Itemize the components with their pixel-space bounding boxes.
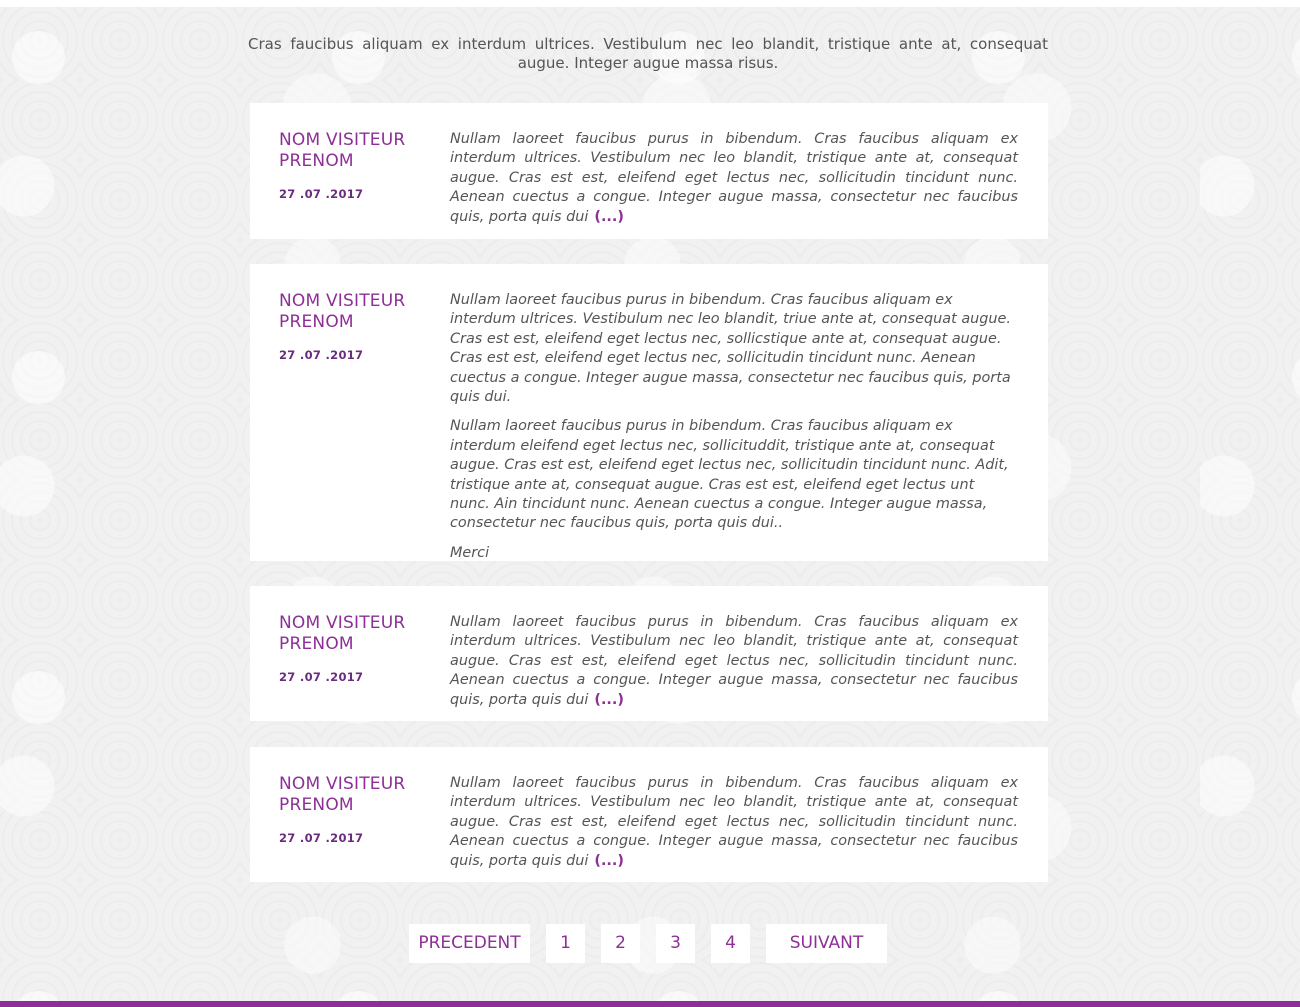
top-bar (0, 0, 1300, 7)
review-card: NOM VISITEUR PRENOM 27 .07 .2017 Nullam … (250, 264, 1048, 561)
review-paragraph: Nullam laoreet faucibus purus in bibendu… (450, 613, 1018, 710)
review-author: NOM VISITEUR PRENOM 27 .07 .2017 (279, 774, 429, 845)
review-body: Nullam laoreet faucibus purus in bibendu… (450, 291, 1018, 573)
review-text: Nullam laoreet faucibus purus in bibendu… (450, 131, 1018, 225)
review-card: NOM VISITEUR PRENOM 27 .07 .2017 Nullam … (250, 747, 1048, 882)
review-card: NOM VISITEUR PRENOM 27 .07 .2017 Nullam … (250, 586, 1048, 721)
review-date: 27 .07 .2017 (279, 187, 364, 201)
review-date: 27 .07 .2017 (279, 348, 364, 362)
review-author: NOM VISITEUR PRENOM 27 .07 .2017 (279, 130, 429, 201)
footer-accent-bar (0, 1001, 1300, 1007)
reviewer-name: NOM VISITEUR PRENOM (279, 291, 406, 332)
review-date: 27 .07 .2017 (279, 670, 364, 684)
reviewer-name: NOM VISITEUR PRENOM (279, 774, 406, 815)
review-body: Nullam laoreet faucibus purus in bibendu… (450, 774, 1018, 881)
review-author: NOM VISITEUR PRENOM 27 .07 .2017 (279, 613, 429, 684)
review-signoff: Merci (450, 544, 490, 561)
pagination-page-4[interactable]: 4 (711, 924, 750, 963)
pagination-previous-button[interactable]: PRECEDENT (409, 924, 530, 963)
review-body: Nullam laoreet faucibus purus in bibendu… (450, 130, 1018, 237)
review-text: Nullam laoreet faucibus purus in bibendu… (450, 614, 1018, 708)
review-date: 27 .07 .2017 (279, 831, 364, 845)
pagination-page-2[interactable]: 2 (601, 924, 640, 963)
review-paragraph: Nullam laoreet faucibus purus in bibendu… (450, 130, 1018, 227)
pagination-page-1[interactable]: 1 (546, 924, 585, 963)
read-more-link[interactable]: (...) (594, 853, 624, 869)
review-author: NOM VISITEUR PRENOM 27 .07 .2017 (279, 291, 429, 362)
read-more-link[interactable]: (...) (594, 692, 624, 708)
review-paragraph: Nullam laoreet faucibus purus in bibendu… (450, 292, 1011, 406)
reviewer-name: NOM VISITEUR PRENOM (279, 130, 406, 171)
read-more-link[interactable]: (...) (594, 209, 624, 225)
review-card: NOM VISITEUR PRENOM 27 .07 .2017 Nullam … (250, 103, 1048, 239)
review-text: Nullam laoreet faucibus purus in bibendu… (450, 775, 1018, 869)
reviewer-name: NOM VISITEUR PRENOM (279, 613, 406, 654)
pagination-next-button[interactable]: SUIVANT (766, 924, 887, 963)
review-body: Nullam laoreet faucibus purus in bibendu… (450, 613, 1018, 720)
review-paragraph: Nullam laoreet faucibus purus in bibendu… (450, 774, 1018, 871)
review-paragraph: Nullam laoreet faucibus purus in bibendu… (450, 418, 1009, 532)
pagination-page-3[interactable]: 3 (656, 924, 695, 963)
intro-text: Cras faucibus aliquam ex interdum ultric… (248, 35, 1048, 72)
